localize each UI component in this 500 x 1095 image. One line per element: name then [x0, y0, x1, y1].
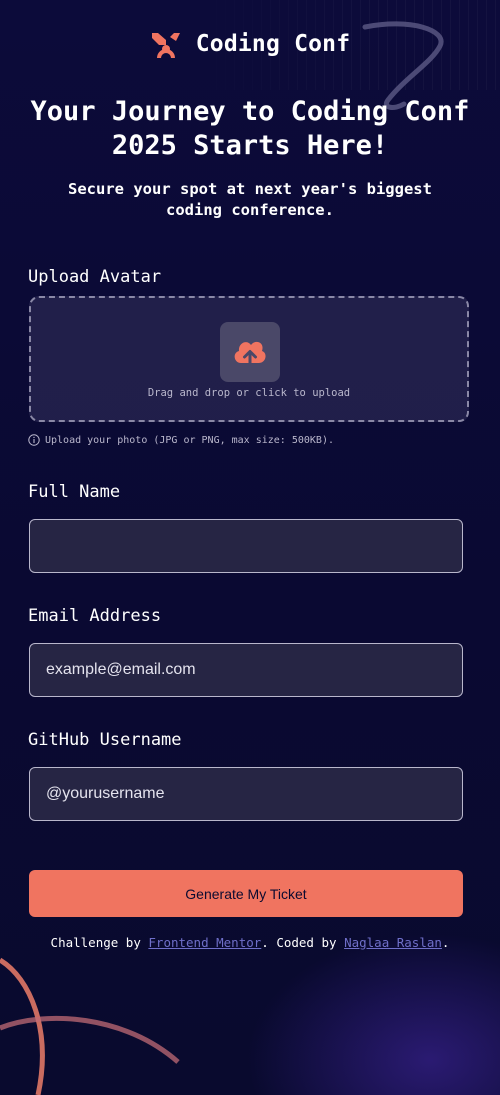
- upload-hint-text: Upload your photo (JPG or PNG, max size:…: [45, 434, 334, 446]
- footer-suffix: .: [441, 935, 450, 950]
- github-username-label: GitHub Username: [28, 730, 182, 750]
- dropzone-text: Drag and drop or click to upload: [147, 387, 351, 399]
- attribution-footer: Challenge by Frontend Mentor. Coded by N…: [0, 935, 500, 950]
- upload-hint: Upload your photo (JPG or PNG, max size:…: [28, 434, 334, 446]
- upload-avatar-label: Upload Avatar: [28, 267, 162, 287]
- page-title: Your Journey to Coding Conf 2025 Starts …: [30, 96, 470, 161]
- frontend-mentor-link[interactable]: Frontend Mentor: [148, 935, 261, 950]
- coding-conf-logo-icon: [151, 33, 180, 58]
- full-name-label: Full Name: [28, 482, 121, 502]
- info-icon: [28, 434, 40, 446]
- avatar-dropzone[interactable]: Drag and drop or click to upload: [29, 296, 469, 422]
- upload-cloud-icon: [220, 322, 280, 382]
- logo-text: Coding Conf: [195, 31, 351, 57]
- email-input[interactable]: [29, 643, 463, 697]
- page-subtitle: Secure your spot at next year's biggest …: [68, 180, 432, 219]
- header: Coding Conf: [0, 28, 500, 60]
- full-name-input[interactable]: [29, 519, 463, 573]
- email-label: Email Address: [28, 606, 162, 626]
- footer-prefix: Challenge by: [50, 935, 149, 950]
- author-link[interactable]: Naglaa Raslan: [344, 935, 442, 950]
- github-username-input[interactable]: [29, 767, 463, 821]
- generate-ticket-button[interactable]: Generate My Ticket: [29, 870, 463, 917]
- footer-middle: . Coded by: [261, 935, 345, 950]
